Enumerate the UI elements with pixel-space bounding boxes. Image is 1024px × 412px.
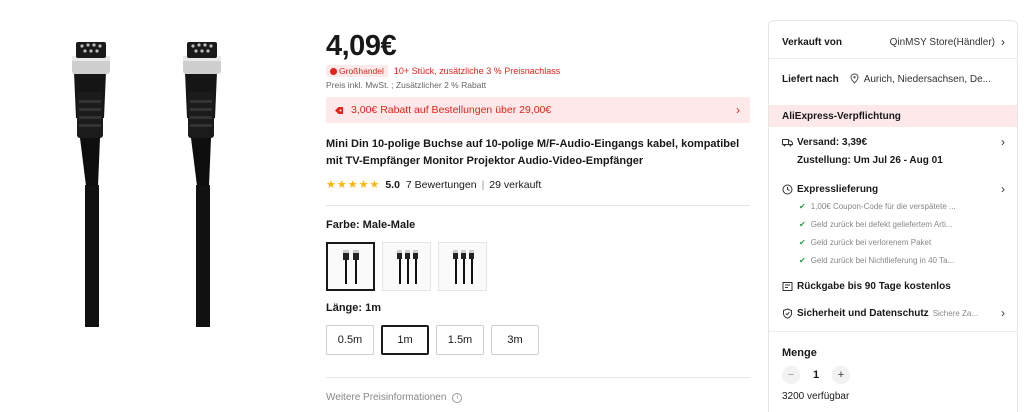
length-option-3m[interactable]: 3m [491,325,539,355]
info-icon: i [452,392,463,403]
length-label: Länge: 1m [326,302,382,314]
security-subtitle: Sichere Za... [932,308,979,318]
guarantee-text: Geld zurück bei defekt geliefertem Arti.… [810,220,953,229]
chevron-right-icon: › [1001,306,1005,320]
chevron-right-icon: › [1001,135,1005,149]
purchase-sidebar: Verkauft von QinMSY Store(Händler) › Lie… [768,20,1018,412]
chevron-right-icon: › [1001,182,1005,196]
guarantee-text: 1,00€ Coupon-Code für die verspätete ... [810,202,956,211]
stock-available: 3200 verfügbar [782,391,850,402]
swatch-cable-image [342,249,359,284]
guarantee-item: ✔ Geld zurück bei verlorenem Paket [799,238,1005,247]
cable-image [72,42,221,327]
guarantee-text: Geld zurück bei verlorenem Paket [810,238,932,247]
delivery-date: Zustellung: Um Jul 26 - Aug 01 [797,155,943,166]
swatch-cable-image [396,249,418,284]
returns-text: Rückgabe bis 90 Tage kostenlos [797,281,951,292]
rating-row: ★★★★★ 5.0 7 Bewertungen | 29 verkauft [326,178,542,192]
quantity-label: Menge [782,347,817,359]
length-option-1-5m[interactable]: 1.5m [436,325,484,355]
product-price: 4,09€ [326,30,397,62]
ship-to-key: Liefert nach [782,73,839,85]
quantity-stepper: − 1 + [782,366,850,384]
rating-separator: | [481,178,485,191]
rating-score: 5.0 [385,178,400,191]
coupon-text: 3,00€ Rabatt auf Bestellungen über 29,00… [351,104,552,116]
tag-icon [330,67,337,75]
coupon-banner[interactable]: 3,00€ Rabatt auf Bestellungen über 29,00… [326,97,750,123]
tax-note: Preis inkl. MwSt. ; Zusätzlicher 2 % Rab… [326,80,487,90]
color-swatch[interactable] [438,242,487,291]
bulk-badge-label: Großhandel [339,66,384,76]
location-pin-icon [850,73,859,84]
bulk-badge: Großhandel [326,65,388,77]
shield-icon [783,307,792,319]
bulk-discount-text: 10+ Stück, zusätzliche 3 % Preisnachlass [393,66,561,76]
check-icon: ✔ [799,202,806,211]
security-row[interactable]: Sicherheit und Datenschutz Sichere Za...… [782,306,1005,320]
seller-value: QinMSY Store(Händler) [889,36,995,48]
length-option-0-5m[interactable]: 0.5m [326,325,374,355]
shipping-row[interactable]: Versand: 3,39€ › [782,135,1005,149]
seller-row[interactable]: Verkauft von QinMSY Store(Händler) › [782,35,1005,49]
guarantee-item: ✔ Geld zurück bei defekt geliefertem Arti… [799,220,1005,229]
check-icon: ✔ [799,220,806,229]
star-icon: ★★★★★ [326,179,381,191]
commitment-header: AliExpress-Verpflichtung [769,105,1017,127]
security-title: Sicherheit und Datenschutz [797,307,929,319]
minus-icon[interactable]: − [782,366,800,384]
returns-row[interactable]: Rückgabe bis 90 Tage kostenlos [782,281,1005,292]
ship-to-value: Aurich, Niedersachsen, De... [849,73,991,85]
delivery-row: Zustellung: Um Jul 26 - Aug 01 [797,155,1005,166]
seller-key: Verkauft von [782,36,843,48]
color-swatch[interactable] [326,242,375,291]
ship-to-text: Aurich, Niedersachsen, De... [863,74,991,85]
color-swatches [326,242,487,291]
clock-icon [782,184,793,194]
chevron-right-icon: › [736,103,740,117]
bulk-discount-row: Großhandel 10+ Stück, zusätzliche 3 % Pr… [326,65,560,77]
more-price-info-link[interactable]: Weitere Preisinformationen i [326,392,463,403]
product-info: 4,09€ Großhandel 10+ Stück, zusätzliche … [326,0,750,412]
divider [769,58,1017,59]
swatch-cable-image [452,249,474,284]
color-label: Farbe: Male-Male [326,219,416,231]
length-options: 0.5m 1m 1.5m 3m [326,325,539,355]
shipping-cost: Versand: 3,39€ [797,136,868,148]
color-swatch[interactable] [382,242,431,291]
divider [326,205,750,206]
return-icon [782,282,793,291]
guarantee-item: ✔ 1,00€ Coupon-Code für die verspätete ..… [799,202,1005,211]
more-price-info-text: Weitere Preisinformationen [326,392,447,403]
product-title: Mini Din 10-polige Buchse auf 10-polige … [326,138,740,167]
product-image[interactable] [0,0,318,412]
divider [769,331,1017,332]
ship-to-row[interactable]: Liefert nach Aurich, Niedersachsen, De..… [782,73,1005,85]
review-count-link[interactable]: 7 Bewertungen [406,179,477,191]
coupon-icon [335,106,343,114]
divider [326,377,750,378]
chevron-right-icon: › [1001,35,1005,49]
quantity-value[interactable]: 1 [812,369,820,381]
plus-icon[interactable]: + [832,366,850,384]
express-title: Expresslieferung [797,183,879,195]
guarantee-text: Geld zurück bei Nichtlieferung in 40 Ta.… [810,256,955,265]
truck-icon [782,138,793,146]
express-row[interactable]: Expresslieferung › [782,182,1005,196]
check-icon: ✔ [799,238,806,247]
sold-count: 29 verkauft [489,178,542,191]
check-icon: ✔ [799,256,806,265]
length-option-1m[interactable]: 1m [381,325,429,355]
guarantee-item: ✔ Geld zurück bei Nichtlieferung in 40 Ta… [799,256,1005,265]
